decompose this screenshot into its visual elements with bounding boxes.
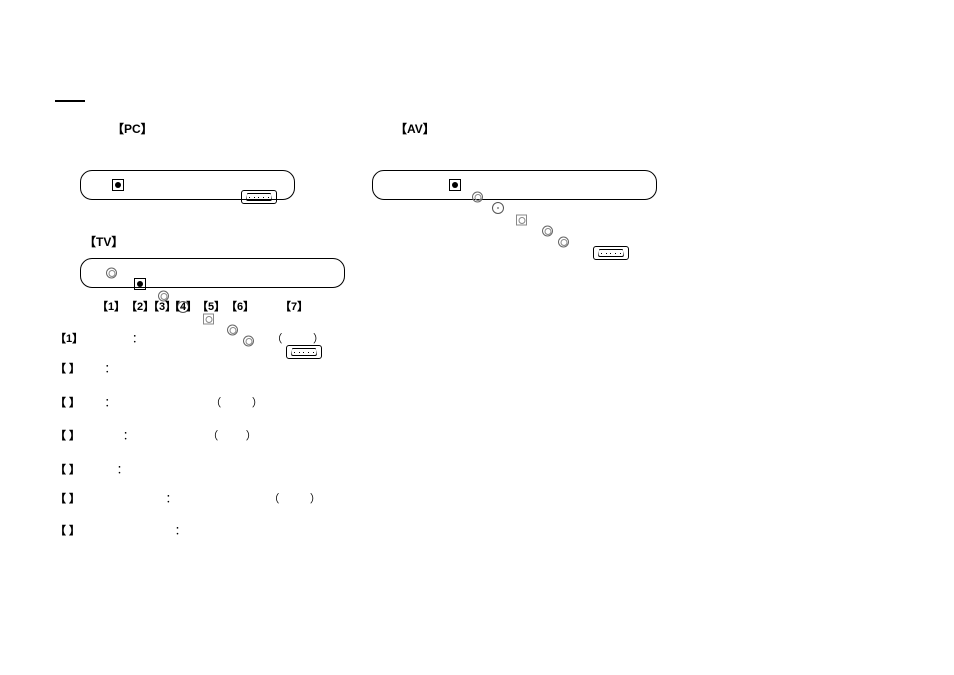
- audio-r-port: [558, 237, 569, 248]
- underline-mark: [55, 100, 85, 102]
- audio-port: [472, 192, 483, 203]
- desc-row-1: 【1】 ： （ ）: [55, 330, 324, 346]
- video-port: [516, 215, 527, 226]
- audio-l-port: [542, 226, 553, 237]
- desc-num: 【 】: [55, 493, 80, 505]
- tv-label: 【TV】: [84, 233, 123, 250]
- desc-num: 【 】: [55, 430, 80, 442]
- desc-row-7: 【 】 ：: [55, 522, 186, 538]
- dc-in-port: [449, 179, 461, 191]
- svideo-port: [492, 202, 504, 214]
- video-port: [203, 314, 214, 325]
- av-panel: [372, 170, 657, 200]
- av-label: 【AV】: [395, 120, 435, 137]
- desc-num: 【 】: [55, 397, 80, 409]
- desc-num: 【 】: [55, 363, 80, 375]
- desc-text: ：: [80, 363, 115, 375]
- dc-in-port: [112, 179, 124, 191]
- desc-text: ： （ ）: [83, 333, 324, 345]
- port-label-1: 【1】: [97, 298, 125, 314]
- desc-num: 【 】: [55, 464, 80, 476]
- desc-row-6: 【 】 ： （ ）: [55, 490, 321, 506]
- desc-num: 【 】: [55, 525, 80, 537]
- desc-text: ：: [80, 464, 128, 476]
- pc-panel: [80, 170, 295, 200]
- port-label-4: 【4】: [169, 298, 197, 314]
- desc-num: 【1】: [55, 333, 83, 345]
- desc-row-5: 【 】 ：: [55, 461, 128, 477]
- vga-port: [241, 190, 277, 204]
- vga-port: [286, 345, 322, 359]
- ant-port: [106, 268, 117, 279]
- port-label-7: 【7】: [280, 298, 308, 314]
- pc-label: 【PC】: [112, 120, 153, 137]
- desc-row-4: 【 】 ： （ ）: [55, 427, 257, 443]
- port-label-6: 【6】: [226, 298, 254, 314]
- desc-text: ：: [80, 525, 186, 537]
- tv-panel: [80, 258, 345, 288]
- desc-text: ： （ ）: [80, 493, 321, 505]
- port-label-5: 【5】: [197, 298, 225, 314]
- vga-port: [593, 246, 629, 260]
- desc-row-3: 【 】 ： （ ）: [55, 394, 263, 410]
- desc-text: ： （ ）: [80, 430, 257, 442]
- desc-row-2: 【 】 ：: [55, 360, 116, 376]
- dc-in-port: [134, 278, 146, 290]
- desc-text: ： （ ）: [80, 397, 263, 409]
